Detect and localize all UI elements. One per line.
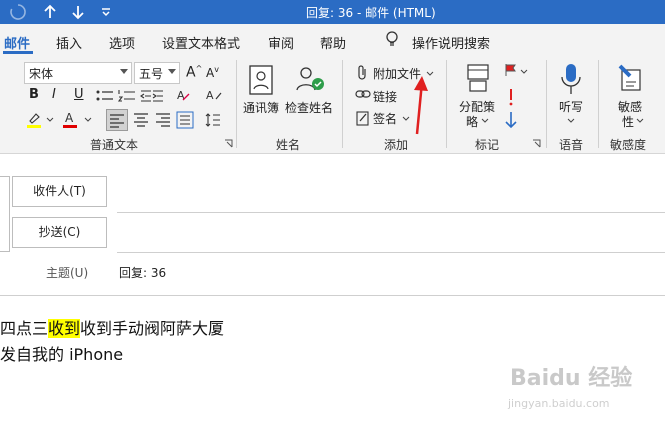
font-size-combo[interactable]: 五号 — [134, 62, 180, 84]
highlight-icon[interactable] — [26, 111, 44, 129]
body-text: 收到手动阀阿萨大厦 — [80, 319, 225, 338]
cc-button[interactable]: 抄送(C) — [12, 217, 107, 248]
line-spacing-icon[interactable] — [204, 111, 222, 129]
align-right-icon[interactable] — [154, 111, 172, 129]
tab-options[interactable]: 选项 — [109, 33, 135, 52]
check-names-button[interactable]: 检查姓名 — [285, 99, 333, 116]
send-button[interactable] — [0, 176, 10, 252]
bold-button[interactable]: B — [29, 87, 39, 102]
menu-bar: 邮件 插入 选项 设置文本格式 审阅 帮助 操作说明搜索 — [0, 24, 665, 56]
signature-icon — [356, 111, 369, 126]
font-name-combo[interactable]: 宋体 — [24, 62, 132, 84]
styles-icon[interactable]: A — [206, 88, 222, 102]
chevron-down-icon[interactable] — [636, 117, 644, 125]
svg-text:A: A — [65, 111, 74, 125]
divider — [598, 60, 599, 148]
increase-indent-icon[interactable] — [152, 89, 164, 103]
message-body-line-2[interactable]: 发自我的 iPhone — [0, 341, 123, 365]
microphone-icon[interactable] — [560, 62, 582, 96]
address-book-icon[interactable] — [248, 64, 274, 96]
sensitivity-icon[interactable] — [616, 62, 644, 94]
low-importance-icon[interactable] — [504, 111, 518, 129]
flag-icon[interactable] — [504, 63, 518, 77]
active-tab-indicator — [3, 51, 33, 54]
ribbon: 宋体 五号 A^ Av B I U A A A 普通文本 通讯簿 检查姓名 姓名… — [0, 56, 665, 154]
clear-format-icon[interactable]: A — [176, 88, 190, 102]
tab-insert[interactable]: 插入 — [56, 33, 82, 52]
shrink-font-icon[interactable]: Av — [206, 65, 219, 80]
watermark-logo: Baidu 经验 — [510, 366, 633, 391]
arrow-down-icon[interactable] — [68, 2, 88, 22]
message-body-line-1[interactable]: 四点三收到收到手动阀阿萨大厦 — [0, 315, 224, 339]
chevron-down-icon[interactable] — [520, 68, 528, 76]
arrow-up-icon[interactable] — [40, 2, 60, 22]
tab-mail[interactable]: 邮件 — [4, 33, 30, 52]
underline-button[interactable]: U — [74, 87, 84, 102]
grow-font-icon[interactable]: A^ — [186, 64, 202, 81]
divider — [546, 60, 547, 148]
assign-policy-line2[interactable]: 略 — [466, 113, 478, 130]
to-button[interactable]: 收件人(T) — [12, 176, 107, 207]
highlighted-text: 收到 — [48, 319, 81, 338]
group-label-voice: 语音 — [559, 138, 584, 152]
link-icon — [355, 90, 371, 98]
dialog-launcher-icon[interactable] — [532, 139, 541, 148]
search-box[interactable]: 操作说明搜索 — [412, 33, 490, 52]
divider — [0, 295, 665, 296]
annotation-arrow — [414, 76, 428, 135]
numbering-icon[interactable] — [118, 89, 136, 103]
chevron-down-icon[interactable] — [481, 117, 489, 125]
group-label-add: 添加 — [384, 138, 409, 152]
group-label-names: 姓名 — [276, 138, 301, 152]
chevron-down-icon[interactable] — [46, 116, 54, 124]
tab-help[interactable]: 帮助 — [320, 33, 346, 52]
assign-policy-icon[interactable] — [466, 64, 490, 92]
bullets-icon[interactable] — [96, 89, 114, 103]
decrease-indent-icon[interactable] — [140, 89, 152, 103]
link-button[interactable]: 链接 — [373, 88, 397, 105]
customize-toolbar-icon[interactable] — [96, 2, 116, 22]
tab-review[interactable]: 审阅 — [268, 33, 294, 52]
font-size-value: 五号 — [139, 67, 164, 81]
font-name-value: 宋体 — [29, 67, 54, 81]
signature-button[interactable]: 签名 — [373, 110, 397, 127]
tab-format-text[interactable]: 设置文本格式 — [162, 33, 240, 52]
divider — [446, 60, 447, 148]
group-label-basic-text: 普通文本 — [90, 138, 139, 152]
address-book-button[interactable]: 通讯簿 — [243, 99, 279, 116]
subject-label: 主题(U) — [46, 266, 89, 280]
divider — [236, 60, 237, 148]
subject-field[interactable]: 回复: 36 — [119, 264, 166, 281]
group-label-sensitivity: 敏感度 — [610, 138, 647, 152]
body-text: 四点三 — [0, 319, 49, 338]
font-color-icon[interactable]: A — [62, 111, 80, 129]
to-field[interactable] — [117, 212, 665, 213]
lightbulb-icon — [386, 31, 398, 46]
chevron-down-icon[interactable] — [567, 117, 575, 125]
sensitivity-line2[interactable]: 性 — [622, 113, 634, 130]
title-bar: 回复: 36 - 邮件 (HTML) — [0, 0, 665, 24]
sync-icon[interactable] — [8, 2, 28, 22]
divider — [342, 60, 343, 148]
cc-field[interactable] — [117, 252, 665, 253]
group-label-tags: 标记 — [475, 138, 500, 152]
align-left-button[interactable] — [106, 109, 128, 131]
window-title: 回复: 36 - 邮件 (HTML) — [306, 6, 436, 20]
justify-icon[interactable] — [176, 111, 194, 129]
svg-text:A: A — [206, 89, 214, 102]
dialog-launcher-icon[interactable] — [224, 139, 233, 148]
watermark-url: jingyan.baidu.com — [508, 397, 610, 410]
italic-button[interactable]: I — [52, 87, 56, 102]
dictate-button[interactable]: 听写 — [559, 98, 583, 115]
chevron-down-icon[interactable] — [84, 116, 92, 124]
high-importance-icon[interactable] — [507, 88, 515, 106]
paperclip-icon — [358, 65, 366, 80]
check-names-icon[interactable] — [294, 62, 326, 94]
align-left-icon — [110, 114, 124, 128]
align-center-icon[interactable] — [132, 111, 150, 129]
